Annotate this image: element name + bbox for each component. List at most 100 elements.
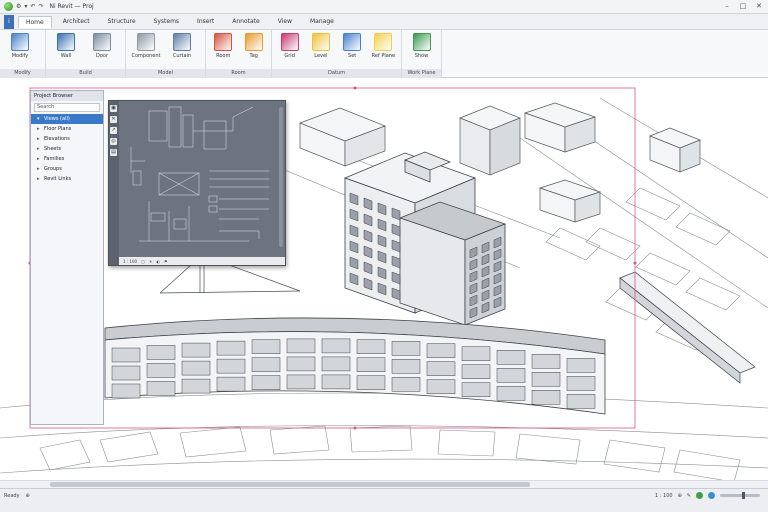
tag-icon [244,33,263,51]
ribbon-group-model: Component Curtain Model [126,30,206,78]
modify-button[interactable]: Modify [4,33,36,59]
layers-icon[interactable]: ▤ [110,149,117,156]
facade-window [216,340,246,356]
quick-access-settings-icon[interactable]: ⚙ [16,3,21,10]
undo-icon[interactable]: ↶ [30,3,35,10]
ribbon-button-label: Set [348,53,357,59]
close-view-icon[interactable]: ✕ [110,116,117,123]
expand-chevron-icon[interactable]: ▸ [37,154,42,164]
horizontal-scrollbar[interactable] [0,480,768,488]
expand-chevron-icon[interactable]: ▸ [37,174,42,184]
orbit-icon[interactable]: ◎ [110,138,117,145]
file-tab[interactable]: i [4,14,14,29]
ribbon-tabs: i Home Architect Structure Systems Inser… [0,14,768,30]
browser-search-input[interactable]: Search [34,103,100,112]
ribbon-group-label: Work Plane [402,69,441,78]
browser-tree-item[interactable]: ▸ Floor Plans [31,124,103,134]
ref-plane-icon [374,33,393,51]
browser-item-label: Revit Links [44,176,72,182]
browser-tree-item[interactable]: ▸ Groups [31,164,103,174]
sun-path-icon[interactable]: ☀ [149,259,153,264]
facade-window [146,345,176,360]
facade-window [181,378,211,394]
expand-chevron-icon[interactable]: ▸ [37,144,42,154]
curtain-button[interactable]: Curtain [166,33,198,59]
tab-architect[interactable]: Architect [56,16,97,27]
status-target-icon[interactable]: ⊕ [678,493,682,499]
expand-chevron-icon[interactable]: ▾ [37,114,42,124]
ref-plane-button[interactable]: Ref Plane [370,33,397,59]
status-scale[interactable]: 1 : 100 [655,493,673,499]
floating-view-window[interactable]: ▣ ✕ ↗ ◎ ▤ 1 : 100 ▢ ☀ ◐ ⚑ [108,100,286,266]
sync-status-icon[interactable] [696,492,703,499]
ribbon-panel: Modify Modify Wall Door Build Component Curtai… [0,30,768,78]
browser-tree-item[interactable]: ▸ Families [31,154,103,164]
zoom-slider[interactable] [720,492,760,499]
shadows-icon[interactable]: ◐ [156,259,160,264]
expand-view-icon[interactable]: ↗ [110,127,117,134]
schematic-drawing [130,106,269,242]
redo-icon[interactable]: ↷ [38,3,43,10]
tab-view[interactable]: View [271,16,299,27]
door-button[interactable]: Door [86,33,118,59]
tab-annotate[interactable]: Annotate [225,16,266,27]
grid-button[interactable]: Grid [276,33,303,59]
scrollbar-thumb[interactable] [50,482,530,487]
facade-window [356,375,386,390]
browser-tree-item[interactable]: ▾ Views (all) [31,114,103,124]
view-scrollbar[interactable] [279,107,283,247]
tab-home[interactable]: Home [18,15,52,28]
facade-window [251,375,281,390]
set-button[interactable]: Set [339,33,366,59]
status-edit-icon[interactable]: ✎ [687,493,691,499]
reveal-elements-icon[interactable]: ⚑ [164,259,168,264]
expand-chevron-icon[interactable]: ▸ [37,164,42,174]
facade-window [461,346,491,361]
tab-structure[interactable]: Structure [101,16,143,27]
ribbon-button-label: Curtain [172,53,192,59]
detail-level-icon[interactable]: ▢ [141,259,145,264]
close-button[interactable]: ✕ [754,2,764,10]
tab-manage[interactable]: Manage [303,16,341,27]
app-logo-icon[interactable] [4,2,13,11]
quick-access-toolbar: ⚙ ▾ ↶ ↷ [0,2,43,11]
level-button[interactable]: Level [307,33,334,59]
grid-icon [280,33,299,51]
facade-window [496,350,526,365]
quick-access-dropdown-icon[interactable]: ▾ [24,3,27,10]
view-control-bar: 1 : 100 ▢ ☀ ◐ ⚑ [119,257,285,265]
view-scale-label[interactable]: 1 : 100 [123,259,137,264]
ribbon-group-work-plane: Show Work Plane [402,30,442,78]
component-button[interactable]: Component [130,33,162,59]
expand-chevron-icon[interactable]: ▸ [37,124,42,134]
ribbon-button-label: Wall [60,53,72,59]
show-icon [412,33,431,51]
tab-systems[interactable]: Systems [147,16,187,27]
browser-tree-item[interactable]: ▸ Revit Links [31,174,103,184]
minimize-button[interactable]: – [722,2,732,10]
view-tool-icon[interactable]: ▣ [110,105,117,112]
ribbon-group-label: Build [46,69,125,78]
facade-window [531,371,561,387]
show-button[interactable]: Show [406,33,437,59]
status-locate-icon[interactable]: ⊕ [26,493,30,499]
tab-insert[interactable]: Insert [190,16,221,27]
ribbon-group-label: Modify [0,69,45,78]
cloud-status-icon[interactable] [708,492,715,499]
wall-button[interactable]: Wall [50,33,82,59]
window-title: Ni Revit — Proj [49,3,94,10]
facade-window [251,357,281,372]
facade-window [531,389,561,405]
browser-tree-item[interactable]: ▸ Sheets [31,144,103,154]
maximize-button[interactable]: □ [738,2,748,10]
room-button[interactable]: Room [210,33,237,59]
facade-window [286,356,316,372]
browser-tree-item[interactable]: ▸ Elevations [31,134,103,144]
facade-window [356,339,386,354]
room-icon [214,33,233,51]
expand-chevron-icon[interactable]: ▸ [37,134,42,144]
status-bar: Ready ⊕ 1 : 100 ⊕ ✎ [0,488,768,512]
tag-button[interactable]: Tag [241,33,268,59]
facade-window [181,342,211,358]
wall-icon [57,33,75,51]
